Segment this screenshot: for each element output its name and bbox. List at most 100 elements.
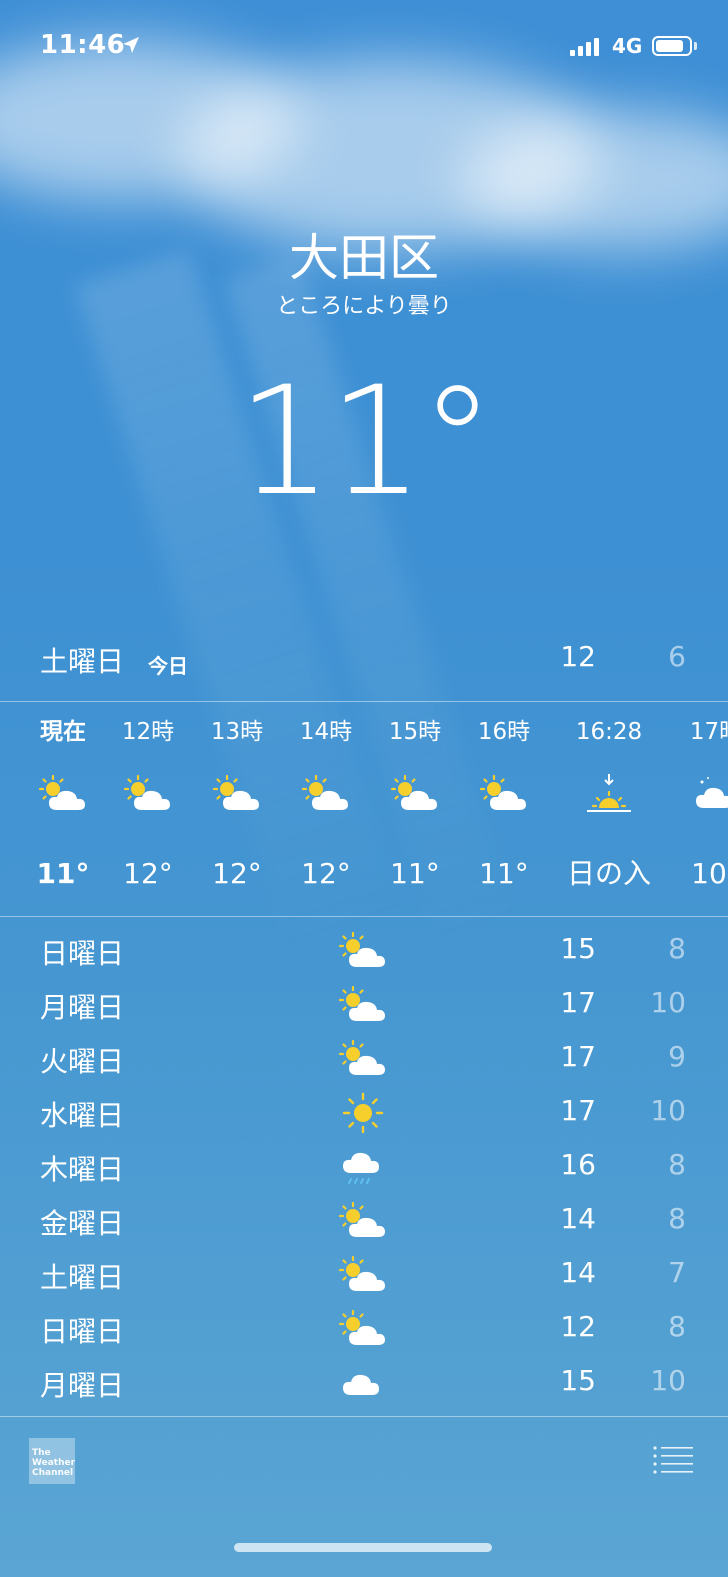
cellular-signal-icon [570,38,599,56]
partly-cloudy-icon [336,1032,390,1086]
day-low: 9 [668,1040,686,1073]
day-low: 10 [650,1094,686,1127]
home-indicator[interactable] [234,1543,492,1552]
hourly-forecast[interactable]: 現在 11° 12時 12° 13時 12° 14時 12° 15時 11° 1… [0,712,728,902]
day-name: 木曜日 [40,1153,125,1186]
today-summary: 土曜日 今日 12 6 [0,640,728,684]
day-low: 8 [668,1148,686,1181]
partly-cloudy-icon [189,762,285,826]
hour-column: 12時 12° [100,712,196,898]
day-name: 水曜日 [40,1099,125,1132]
battery-icon [652,36,692,56]
hour-label: 16時 [477,719,531,745]
day-name: 月曜日 [40,991,125,1024]
list-item: 月曜日 15 10 [0,1356,728,1410]
sunset-icon [561,762,657,826]
divider [0,916,728,917]
day-high: 14 [560,1256,596,1289]
hour-column: 14時 12° [278,712,374,898]
current-temperature: 11° [237,355,495,529]
partly-cloudy-icon [336,978,390,1032]
location-arrow-icon [123,37,139,53]
list-item: 火曜日 17 9 [0,1032,728,1086]
today-day: 土曜日 [40,645,125,678]
sun-icon [336,1086,390,1140]
list-icon[interactable] [652,1444,694,1474]
partly-cloudy-icon [336,924,390,978]
day-low: 10 [650,1364,686,1397]
day-high: 16 [560,1148,596,1181]
hour-column: 16時 11° [456,712,552,898]
hour-label: 17時 [689,719,728,745]
today-high: 12 [560,640,596,673]
hour-temp: 日の入 [566,857,651,890]
city-name: 大田区 [289,229,439,287]
day-high: 17 [560,986,596,1019]
day-name: 月曜日 [40,1369,125,1402]
partly-cloudy-night-icon [668,762,728,826]
day-low: 10 [650,986,686,1019]
list-item: 水曜日 17 10 [0,1086,728,1140]
partly-cloudy-icon [367,762,463,826]
day-high: 17 [560,1040,596,1073]
day-high: 15 [560,1364,596,1397]
hour-column: 17時 10° [668,712,728,898]
hour-label: 14時 [299,719,353,745]
list-item: 日曜日 15 8 [0,924,728,978]
divider [0,701,728,702]
partly-cloudy-icon [456,762,552,826]
weather-channel-logo[interactable]: The Weather Channel [29,1438,75,1484]
hour-column: 16:28 日の入 [561,712,657,898]
partly-cloudy-icon [100,762,196,826]
list-item: 土曜日 14 7 [0,1248,728,1302]
hour-temp: 11° [390,857,440,890]
hour-column: 現在 11° [15,712,111,898]
partly-cloudy-icon [336,1248,390,1302]
current-condition: ところにより曇り [276,294,452,319]
list-item: 日曜日 12 8 [0,1302,728,1356]
weather-channel-logo-text: The Weather Channel [32,1448,76,1478]
hour-temp: 12° [301,857,351,890]
hour-label: 15時 [388,719,442,745]
status-bar: 11:46 4G [0,28,728,68]
hour-temp: 11° [36,857,90,890]
divider [0,1416,728,1417]
day-low: 8 [668,1310,686,1343]
cloud-icon [336,1356,390,1410]
today-tag: 今日 [148,654,188,678]
day-low: 8 [668,932,686,965]
day-name: 土曜日 [40,1261,125,1294]
day-high: 14 [560,1202,596,1235]
list-item: 木曜日 16 8 [0,1140,728,1194]
day-low: 7 [668,1256,686,1289]
hour-label: 16:28 [575,719,643,745]
list-item: 月曜日 17 10 [0,978,728,1032]
hour-temp: 12° [212,857,262,890]
day-low: 8 [668,1202,686,1235]
battery-tip [694,42,697,50]
partly-cloudy-icon [15,762,111,826]
list-item: 金曜日 14 8 [0,1194,728,1248]
day-high: 17 [560,1094,596,1127]
hour-label: 12時 [121,719,175,745]
hour-column: 13時 12° [189,712,285,898]
hour-temp: 10° [691,857,728,890]
day-high: 15 [560,932,596,965]
today-low: 6 [668,640,686,673]
hour-temp: 12° [123,857,173,890]
day-name: 火曜日 [40,1045,125,1078]
hour-column: 15時 11° [367,712,463,898]
hour-label: 現在 [40,719,86,745]
partly-cloudy-icon [336,1194,390,1248]
day-name: 金曜日 [40,1207,125,1240]
day-name: 日曜日 [40,937,125,970]
partly-cloudy-icon [278,762,374,826]
hour-label: 13時 [210,719,264,745]
hour-temp: 11° [479,857,529,890]
day-high: 12 [560,1310,596,1343]
status-time: 11:46 [40,30,126,60]
partly-cloudy-icon [336,1302,390,1356]
day-name: 日曜日 [40,1315,125,1348]
rain-icon [336,1140,390,1194]
network-type: 4G [612,34,643,58]
